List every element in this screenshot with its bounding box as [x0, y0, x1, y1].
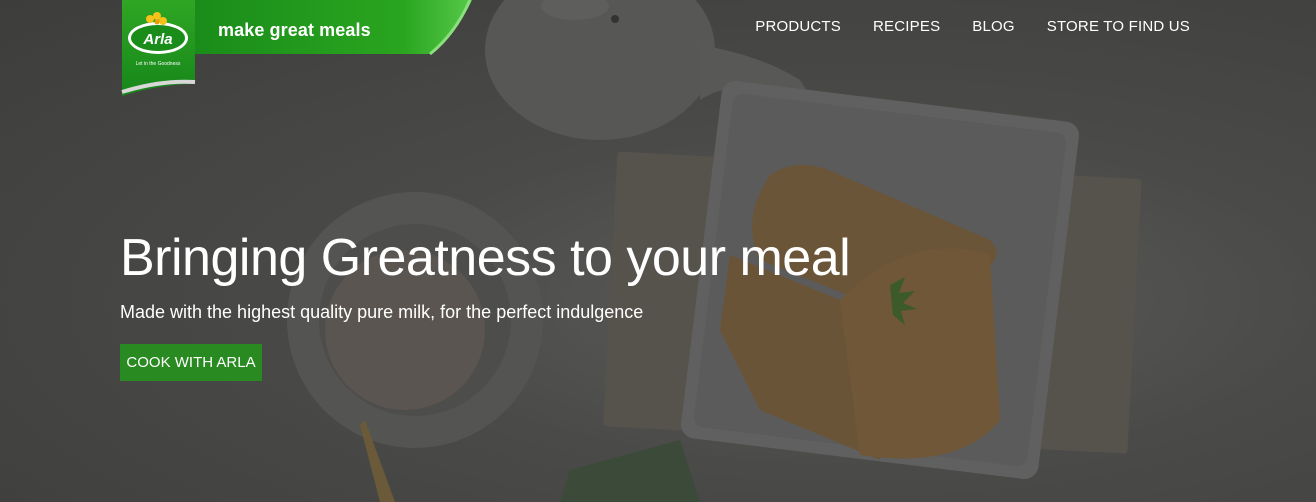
brand-tagline: make great meals — [218, 20, 371, 40]
svg-text:Let in the Goodness: Let in the Goodness — [136, 61, 181, 67]
nav-item-blog[interactable]: BLOG — [972, 18, 1014, 35]
cook-with-arla-button[interactable]: COOK WITH ARLA — [120, 344, 262, 381]
arla-logo[interactable]: Arla Let in the Goodness — [0, 0, 480, 100]
svg-text:Arla: Arla — [142, 31, 172, 48]
hero-subline: Made with the highest quality pure milk,… — [120, 302, 644, 322]
hero-headline: Bringing Greatness to your meal — [120, 229, 851, 287]
nav-item-products[interactable]: PRODUCTS — [755, 18, 841, 35]
main-nav: PRODUCTS RECIPES BLOG STORE TO FIND US — [755, 18, 1190, 35]
nav-item-store-finder[interactable]: STORE TO FIND US — [1047, 18, 1190, 35]
brand-header: Arla Let in the Goodness make great meal… — [0, 0, 480, 100]
nav-item-recipes[interactable]: RECIPES — [873, 18, 940, 35]
hero-section: Arla Let in the Goodness make great meal… — [0, 0, 1316, 502]
